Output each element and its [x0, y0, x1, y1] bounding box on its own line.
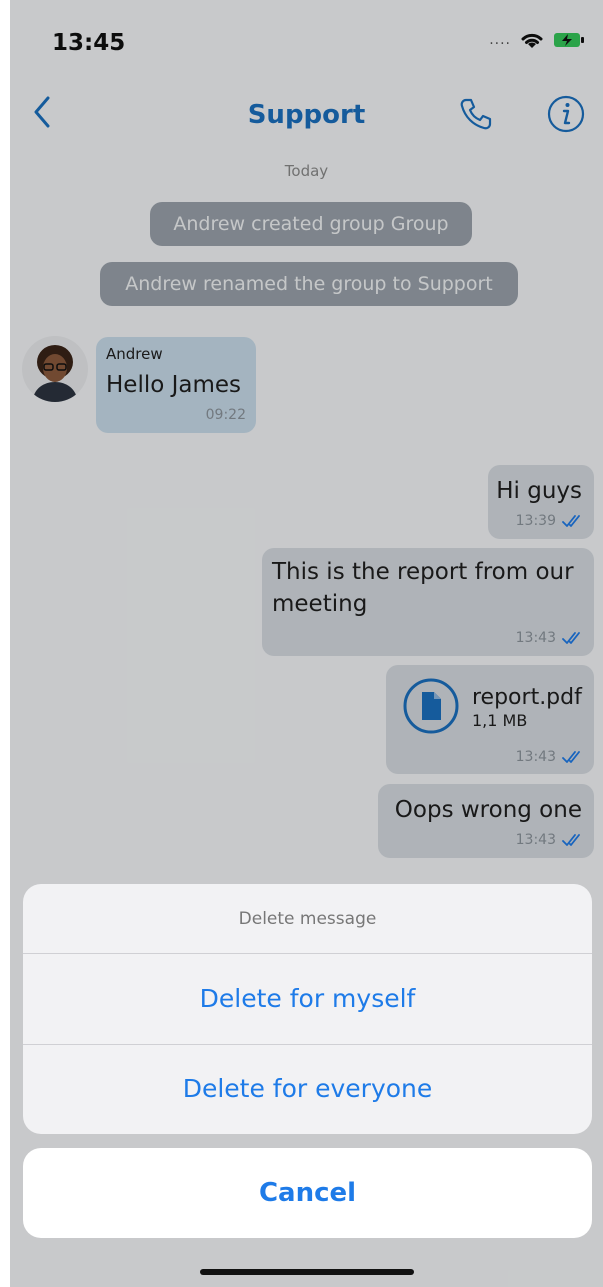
action-sheet: Delete message Delete for myself Delete … [23, 884, 592, 1134]
home-indicator[interactable] [200, 1269, 414, 1275]
action-sheet-title: Delete message [23, 884, 592, 954]
chat-screen: 13:45 .... Support Today Andrew created … [10, 0, 603, 1287]
delete-for-myself-button[interactable]: Delete for myself [23, 954, 592, 1044]
cancel-button[interactable]: Cancel [23, 1148, 592, 1238]
delete-for-everyone-button[interactable]: Delete for everyone [23, 1044, 592, 1134]
